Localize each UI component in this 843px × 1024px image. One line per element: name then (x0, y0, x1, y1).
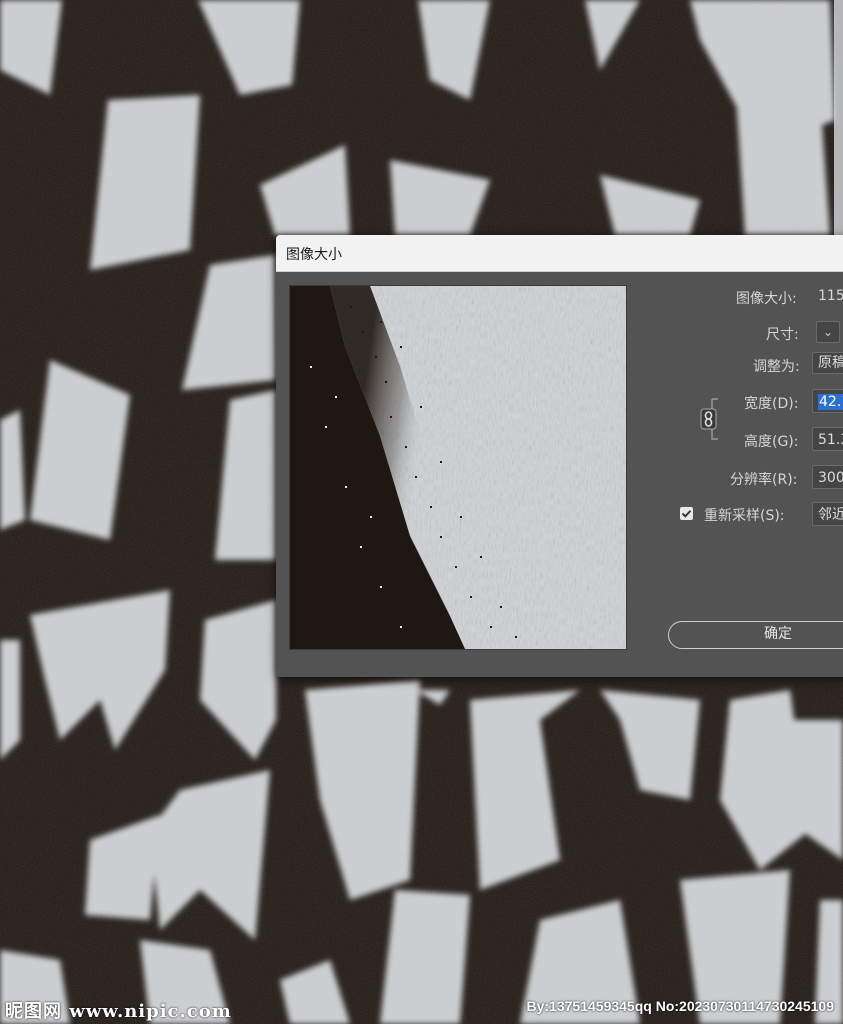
image-size-dialog: 图像大小 图像大小: 115 尺寸: ⌄ 调整为: 原 宽度(D): 42. 高… (276, 235, 843, 677)
fit-to-value: 原稿 (818, 355, 843, 371)
dialog-title: 图像大小 (286, 247, 342, 263)
image-preview[interactable] (289, 285, 627, 650)
chain-link-icon[interactable] (700, 395, 720, 443)
width-label: 宽度(D): (744, 396, 799, 412)
image-size-value: 115 (818, 288, 843, 304)
preview-image (290, 286, 626, 649)
resample-value: 邻近 (818, 507, 843, 523)
height-input[interactable]: 51.3 (812, 427, 843, 451)
resample-dropdown[interactable]: 邻近 (812, 502, 843, 526)
canvas-workspace: 图像大小 图像大小: 115 尺寸: ⌄ 调整为: 原 宽度(D): 42. 高… (0, 0, 843, 1024)
ok-button[interactable]: 确定 (668, 621, 843, 649)
resample-label: 重新采样(S): (704, 508, 785, 524)
height-value: 51.3 (818, 432, 843, 448)
dimensions-dropdown[interactable]: ⌄ (816, 321, 840, 343)
watermark-id: By:13751459345qq No:20230730114730245109 (526, 998, 834, 1014)
chevron-down-icon: ⌄ (822, 325, 834, 339)
resolution-value: 300 (818, 470, 843, 486)
checkmark-icon (681, 510, 692, 518)
fit-to-dropdown[interactable]: 原稿 (812, 352, 843, 374)
resample-checkbox[interactable] (680, 507, 693, 520)
dialog-titlebar[interactable]: 图像大小 (276, 235, 843, 272)
height-label: 高度(G): (744, 434, 799, 450)
width-value: 42.1 (818, 394, 843, 410)
watermark-site: 昵图网 www.nipic.com (5, 1001, 232, 1022)
resolution-input[interactable]: 300 (812, 465, 843, 489)
dimensions-label: 尺寸: (766, 327, 799, 343)
fit-to-label: 调整为: (753, 359, 800, 375)
width-input[interactable]: 42.1 (812, 389, 843, 413)
image-size-label: 图像大小: (736, 291, 797, 307)
resolution-label: 分辨率(R): (730, 472, 798, 488)
